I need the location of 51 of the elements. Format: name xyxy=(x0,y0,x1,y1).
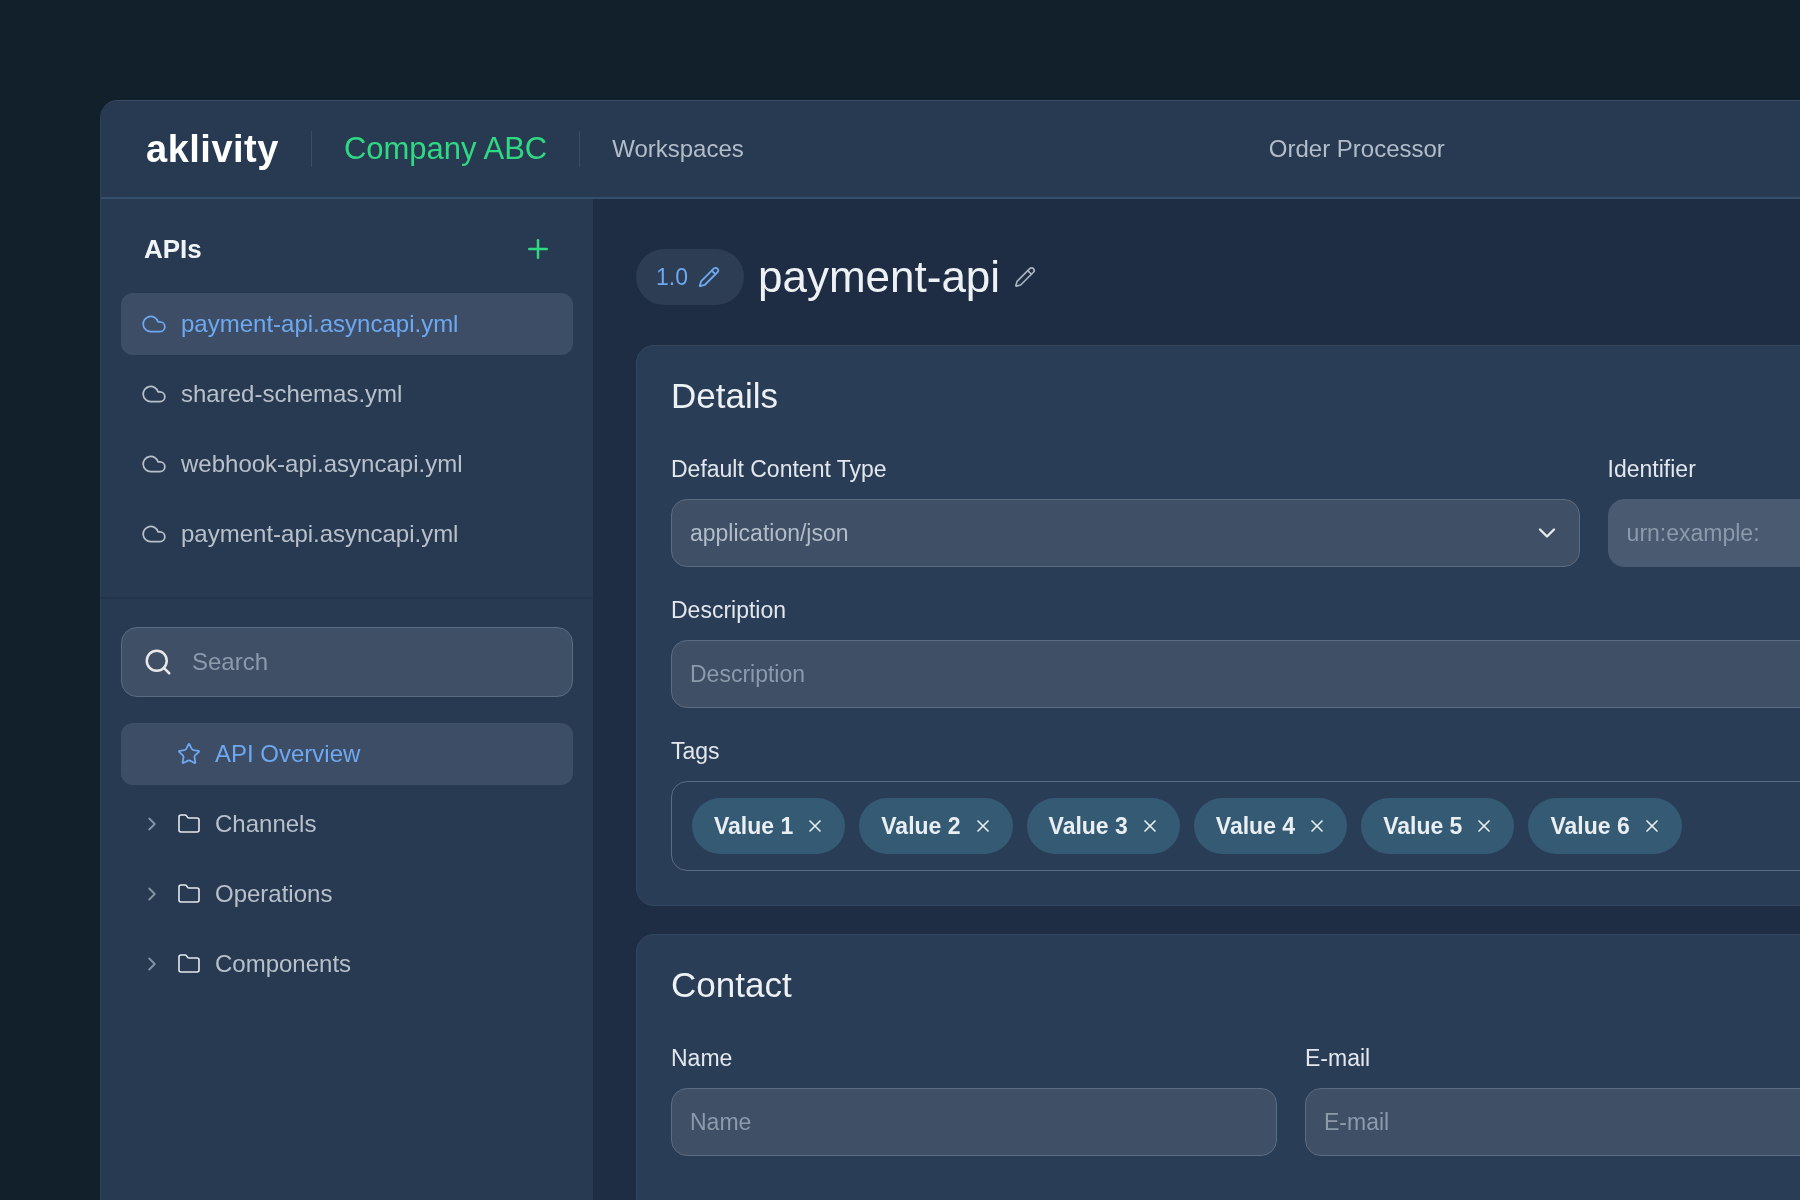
tag-label: Value 6 xyxy=(1550,812,1630,840)
description-field[interactable]: Description xyxy=(671,640,1800,708)
workspaces-link[interactable]: Workspaces xyxy=(612,135,744,163)
nav-label: Channels xyxy=(215,810,317,838)
file-name: payment-api.asyncapi.yml xyxy=(181,520,459,548)
content-type-select[interactable]: application/json xyxy=(671,499,1580,567)
nav-item[interactable]: Components xyxy=(121,933,573,995)
tag-label: Value 5 xyxy=(1383,812,1463,840)
api-file-item[interactable]: payment-api.asyncapi.yml xyxy=(121,503,573,565)
star-icon xyxy=(177,742,201,766)
field-label: Description xyxy=(671,597,788,624)
identifier-field[interactable]: urn:example: xyxy=(1607,499,1800,567)
nav-item[interactable]: Channels xyxy=(121,793,573,855)
tag-label: Value 4 xyxy=(1215,812,1296,840)
pencil-icon xyxy=(698,266,720,288)
search-field[interactable]: Search xyxy=(121,627,573,697)
project-name: Order Processor xyxy=(1268,135,1445,163)
tag-label: Value 2 xyxy=(881,812,961,840)
api-file-item[interactable]: payment-api.asyncapi.yml xyxy=(121,293,573,355)
tags-field[interactable]: Value 1 Value 2 Value 3 Value 4 Value 5 Value 6 xyxy=(671,781,1800,871)
nav-label: Components xyxy=(215,950,352,978)
organization-name: Company ABC xyxy=(343,131,548,167)
nav-item[interactable]: API Overview xyxy=(121,723,573,785)
search-icon xyxy=(143,647,173,677)
file-name: webhook-api.asyncapi.yml xyxy=(181,450,463,478)
version-badge[interactable]: 1.0 xyxy=(636,249,744,305)
tag-label: Value 1 xyxy=(714,812,794,840)
card-heading: Details xyxy=(671,376,779,416)
email-field[interactable]: E-mail xyxy=(1304,1088,1800,1156)
api-title: payment-api xyxy=(758,252,1001,302)
field-label: Default Content Type xyxy=(671,456,888,483)
folder-icon xyxy=(177,952,201,976)
folder-icon xyxy=(177,882,201,906)
nav-item[interactable]: Operations xyxy=(121,863,573,925)
api-file-item[interactable]: shared-schemas.yml xyxy=(121,363,573,425)
card-heading: Contact xyxy=(671,965,793,1005)
logo: aklivity xyxy=(146,127,279,171)
api-file-item[interactable]: webhook-api.asyncapi.yml xyxy=(121,433,573,495)
file-name: payment-api.asyncapi.yml xyxy=(181,310,459,338)
nav-label: API Overview xyxy=(215,740,361,768)
name-field[interactable]: Name xyxy=(671,1088,1277,1156)
folder-icon xyxy=(177,812,201,836)
tag-label: Value 3 xyxy=(1048,812,1128,840)
field-label: Tags xyxy=(671,738,721,765)
edit-title-button[interactable] xyxy=(1014,266,1037,288)
nav-label: Operations xyxy=(215,880,333,908)
field-label: E-mail xyxy=(1304,1045,1372,1072)
field-label: Name xyxy=(671,1045,734,1072)
sidebar-title: APIs xyxy=(144,233,202,265)
file-name: shared-schemas.yml xyxy=(181,380,403,408)
field-label: Identifier xyxy=(1607,456,1697,483)
